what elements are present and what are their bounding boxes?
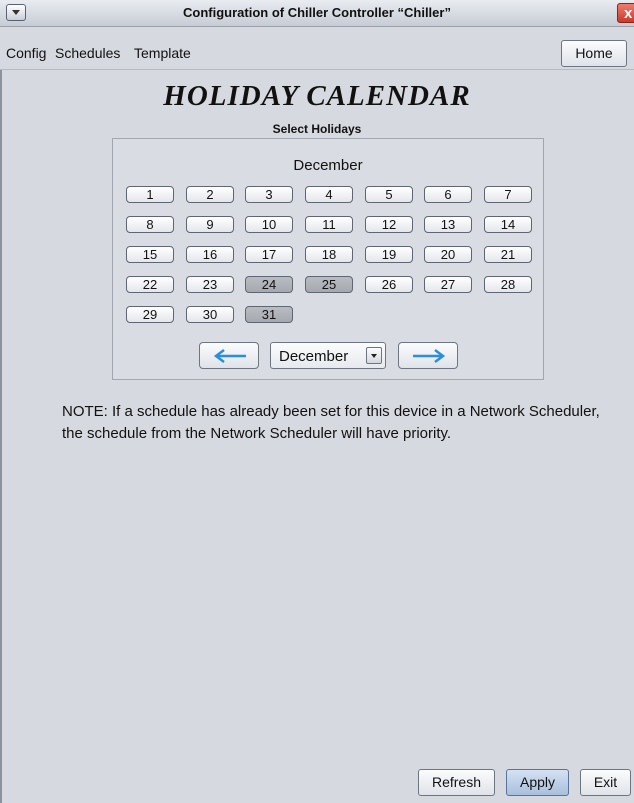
- day-button-31[interactable]: 31: [245, 306, 293, 323]
- day-button-5[interactable]: 5: [365, 186, 413, 203]
- home-button[interactable]: Home: [561, 40, 627, 67]
- month-select-value: December: [279, 348, 349, 365]
- day-button-4[interactable]: 4: [305, 186, 353, 203]
- page-title: HOLIDAY CALENDAR: [163, 80, 471, 112]
- day-button-16[interactable]: 16: [186, 246, 234, 263]
- day-button-15[interactable]: 15: [126, 246, 174, 263]
- day-button-27[interactable]: 27: [424, 276, 472, 293]
- day-button-9[interactable]: 9: [186, 216, 234, 233]
- dropdown-arrow-icon[interactable]: [366, 347, 382, 364]
- day-button-30[interactable]: 30: [186, 306, 234, 323]
- day-button-12[interactable]: 12: [365, 216, 413, 233]
- day-button-7[interactable]: 7: [484, 186, 532, 203]
- window-border: [0, 70, 2, 803]
- previous-month-button[interactable]: [199, 342, 259, 369]
- month-title: December: [293, 157, 363, 174]
- day-button-21[interactable]: 21: [484, 246, 532, 263]
- day-button-11[interactable]: 11: [305, 216, 353, 233]
- refresh-button[interactable]: Refresh: [418, 769, 495, 796]
- day-button-29[interactable]: 29: [126, 306, 174, 323]
- title-bar: Configuration of Chiller Controller “Chi…: [0, 0, 634, 27]
- arrow-right-icon: [413, 349, 446, 363]
- close-button[interactable]: x: [617, 3, 634, 23]
- day-button-18[interactable]: 18: [305, 246, 353, 263]
- day-button-8[interactable]: 8: [126, 216, 174, 233]
- day-button-26[interactable]: 26: [365, 276, 413, 293]
- day-button-23[interactable]: 23: [186, 276, 234, 293]
- section-subtitle: Select Holidays: [272, 122, 362, 136]
- apply-button[interactable]: Apply: [506, 769, 569, 796]
- menu-template[interactable]: Template: [134, 45, 191, 61]
- day-button-20[interactable]: 20: [424, 246, 472, 263]
- priority-note: NOTE: If a schedule has already been set…: [62, 403, 600, 442]
- window-title: Configuration of Chiller Controller “Chi…: [183, 5, 451, 20]
- day-button-25[interactable]: 25: [305, 276, 353, 293]
- day-button-2[interactable]: 2: [186, 186, 234, 203]
- holiday-calendar-panel: December 1 2 3 4 5 6 7 8 9 10 11 12 13 14 15 16 17 18 19 20…: [112, 138, 544, 380]
- menu-bar: Config Schedules Template: [0, 27, 634, 70]
- day-button-13[interactable]: 13: [424, 216, 472, 233]
- month-select[interactable]: December: [270, 342, 386, 369]
- day-button-3[interactable]: 3: [245, 186, 293, 203]
- arrow-left-icon: [213, 349, 246, 363]
- menu-schedules[interactable]: Schedules: [55, 45, 120, 61]
- menu-config[interactable]: Config: [6, 45, 46, 61]
- exit-button[interactable]: Exit: [580, 769, 631, 796]
- day-button-24[interactable]: 24: [245, 276, 293, 293]
- day-button-6[interactable]: 6: [424, 186, 472, 203]
- day-button-1[interactable]: 1: [126, 186, 174, 203]
- day-button-19[interactable]: 19: [365, 246, 413, 263]
- next-month-button[interactable]: [398, 342, 458, 369]
- day-button-28[interactable]: 28: [484, 276, 532, 293]
- day-button-22[interactable]: 22: [126, 276, 174, 293]
- day-button-14[interactable]: 14: [484, 216, 532, 233]
- day-button-10[interactable]: 10: [245, 216, 293, 233]
- day-button-17[interactable]: 17: [245, 246, 293, 263]
